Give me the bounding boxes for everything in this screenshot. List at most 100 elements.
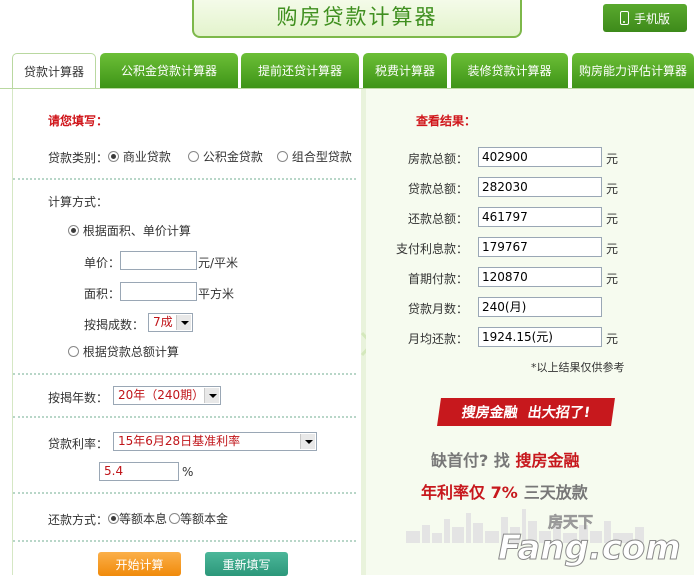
years-label: 按揭年数： — [48, 391, 109, 405]
area-input[interactable] — [120, 282, 197, 301]
result-down-payment[interactable]: 120870 — [478, 267, 602, 287]
method-by-total-label: 根据贷款总额计算 — [82, 345, 179, 359]
radio-equal-installment[interactable] — [108, 513, 119, 524]
ad-banner-left: 搜房金融 — [460, 405, 519, 421]
ratio-select[interactable]: 7成 — [148, 313, 193, 332]
repay-label: 还款方式： — [48, 513, 109, 527]
rate-select[interactable]: 15年6月28日基准利率 — [113, 432, 317, 451]
ad-line2-red: 年利率仅 7% — [421, 483, 518, 502]
ad-line1-red: 搜房金融 — [515, 451, 580, 470]
tab-label: 贷款计算器 — [23, 65, 84, 79]
results-heading: 查看结果： — [416, 114, 477, 128]
result-monthly[interactable]: 1924.15(元) — [478, 327, 602, 347]
result-label-months: 贷款月数： — [408, 302, 469, 316]
start-calc-button[interactable]: 开始计算 — [98, 552, 181, 576]
method-by-total[interactable]: 根据贷款总额计算 — [68, 343, 179, 360]
calc-method-label: 计算方式： — [48, 195, 109, 209]
radio-combined[interactable] — [277, 151, 288, 162]
method-by-area[interactable]: 根据面积、单价计算 — [68, 222, 191, 239]
area-unit: 平方米 — [198, 287, 235, 301]
tab-label: 装修贷款计算器 — [467, 64, 552, 78]
ad-line1-a: 缺首付? — [431, 451, 489, 470]
loan-type-provident[interactable]: 公积金贷款 — [188, 148, 263, 165]
mobile-version-label: 手机版 — [633, 11, 670, 26]
result-unit: 元 — [606, 212, 619, 226]
chevron-down-icon — [204, 388, 219, 403]
page-title-banner: 购房贷款计算器 — [192, 0, 522, 38]
result-interest[interactable]: 179767 — [478, 237, 602, 257]
fang-logo-watermark: 房天下 Fang.com — [498, 513, 682, 569]
radio-by-area[interactable] — [68, 225, 79, 236]
loan-type-label: 贷款类别： — [48, 151, 109, 165]
ad-line1-b: 找 — [493, 451, 510, 470]
result-unit: 元 — [606, 182, 619, 196]
divider — [13, 492, 356, 494]
tab-loan-calculator[interactable]: 贷款计算器 — [12, 53, 96, 89]
radio-by-total[interactable] — [68, 346, 79, 357]
repay-equal-principal-label: 等额本金 — [180, 512, 229, 526]
divider — [13, 416, 356, 418]
divider — [13, 540, 356, 542]
result-unit: 元 — [606, 152, 619, 166]
area-label: 面积： — [84, 287, 121, 301]
ratio-select-value: 7成 — [153, 315, 173, 329]
divider — [13, 178, 356, 180]
loan-type-combined-label: 组合型贷款 — [291, 150, 352, 164]
tab-provident-fund-calculator[interactable]: 公积金贷款计算器 — [100, 53, 238, 88]
loan-type-commercial-label: 商业贷款 — [122, 150, 171, 164]
result-label-repay-total: 还款总额： — [408, 212, 469, 226]
result-unit: 元 — [606, 332, 619, 346]
result-house-total[interactable]: 402900 — [478, 147, 602, 167]
input-panel: 请您填写： 贷款类别： 商业贷款 公积金贷款 组合型贷款 计算方式： 根据面积、… — [12, 89, 361, 576]
result-label-house-total: 房款总额： — [408, 152, 469, 166]
tab-prepayment-calculator[interactable]: 提前还贷计算器 — [241, 53, 359, 88]
ad-line-2: 年利率仅 7% 三天放款 — [421, 479, 588, 503]
tab-affordability-calculator[interactable]: 购房能力评估计算器 — [572, 53, 694, 88]
tab-tax-calculator[interactable]: 税费计算器 — [363, 53, 447, 88]
radio-commercial[interactable] — [108, 151, 119, 162]
phone-icon — [619, 11, 629, 25]
result-label-interest: 支付利息款： — [396, 242, 469, 256]
result-loan-total[interactable]: 282030 — [478, 177, 602, 197]
result-repay-total[interactable]: 461797 — [478, 207, 602, 227]
chevron-down-icon — [300, 434, 315, 449]
form-heading: 请您填写： — [48, 114, 109, 128]
radio-provident[interactable] — [188, 151, 199, 162]
result-label-down-payment: 首期付款： — [408, 272, 469, 286]
method-by-area-label: 根据面积、单价计算 — [82, 224, 191, 238]
repay-equal-principal[interactable]: 等额本金 — [169, 510, 228, 527]
result-unit: 元 — [606, 242, 619, 256]
reset-button[interactable]: 重新填写 — [205, 552, 288, 576]
rate-label: 贷款利率： — [48, 437, 109, 451]
mobile-version-button[interactable]: 手机版 — [603, 4, 687, 32]
results-note: *以上结果仅供参考 — [531, 361, 625, 374]
years-select-value: 20年（240期） — [118, 388, 205, 402]
ad-banner-right: 出大招了! — [526, 405, 592, 421]
radio-equal-principal[interactable] — [169, 513, 180, 524]
result-label-loan-total: 贷款总额： — [408, 182, 469, 196]
result-months[interactable]: 240(月) — [478, 297, 602, 317]
ad-banner[interactable]: 搜房金融 出大招了! — [437, 398, 615, 426]
unit-price-label: 单价： — [84, 256, 121, 270]
tab-label: 税费计算器 — [374, 64, 435, 78]
unit-price-unit: 元/平米 — [198, 256, 239, 270]
watermark-main: Fang.com — [498, 528, 681, 568]
repay-equal-installment[interactable]: 等额本息 — [108, 510, 167, 527]
result-unit: 元 — [606, 272, 619, 286]
tab-label: 公积金贷款计算器 — [120, 64, 217, 78]
rate-select-value: 15年6月28日基准利率 — [118, 434, 241, 448]
chevron-down-icon — [176, 315, 191, 330]
divider — [13, 373, 356, 375]
years-select[interactable]: 20年（240期） — [113, 386, 221, 405]
ratio-label: 按揭成数： — [84, 318, 145, 332]
rate-unit: % — [182, 465, 194, 479]
tab-renovation-loan-calculator[interactable]: 装修贷款计算器 — [451, 53, 568, 88]
rate-input[interactable]: 5.4 — [99, 462, 179, 481]
ad-line2-grey: 三天放款 — [523, 483, 588, 502]
unit-price-input[interactable] — [120, 251, 197, 270]
repay-equal-installment-label: 等额本息 — [119, 512, 168, 526]
loan-type-commercial[interactable]: 商业贷款 — [108, 148, 171, 165]
ad-line-1: 缺首付? 找 搜房金融 — [431, 447, 579, 471]
loan-type-combined[interactable]: 组合型贷款 — [277, 148, 352, 165]
loan-type-provident-label: 公积金贷款 — [202, 150, 263, 164]
